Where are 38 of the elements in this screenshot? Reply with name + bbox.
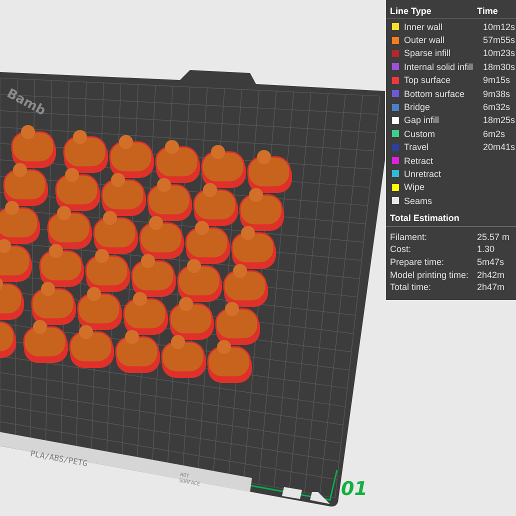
time-value: 18m25s [483, 115, 516, 126]
estimate-label: Prepare time: [390, 256, 446, 267]
time-value: 6m2s [483, 128, 506, 139]
time-value: 57m55s [483, 35, 516, 46]
estimate-label: Cost: [390, 244, 412, 254]
line-type-label: Sparse infill [404, 48, 452, 58]
line-type-label: Internal solid infill [404, 62, 474, 72]
line-type-label: Outer wall [404, 35, 446, 46]
line-type-label: Bottom surface [404, 88, 466, 99]
estimate-value: 1.30 [477, 244, 495, 254]
estimate-label: Model printing time: [390, 270, 470, 280]
time-value: 18m30s [483, 62, 516, 72]
plate-number: 01 [341, 478, 368, 500]
line-type-label: Top surface [404, 75, 452, 86]
time-value: 9m38s [483, 88, 510, 99]
time-value: 20m41s [483, 142, 516, 152]
estimate-label: Filament: [390, 232, 428, 242]
time-value: 10m23s [483, 48, 516, 58]
line-type-label: Custom [404, 128, 436, 139]
section-title: Total Estimation [390, 213, 460, 224]
estimate-value: 2h47m [477, 282, 505, 292]
time-value: 10m12s [483, 22, 516, 32]
line-type-label: Unretract [404, 168, 442, 179]
estimate-label: Total time: [390, 282, 432, 292]
line-type-label: Retract [404, 156, 434, 166]
line-type-label: Wipe [404, 182, 426, 192]
line-type-label: Travel [404, 142, 430, 152]
column-header: Time [477, 6, 498, 16]
line-type-label: Inner wall [404, 22, 444, 32]
time-value: 6m32s [483, 102, 510, 112]
time-value: 9m15s [483, 75, 510, 86]
estimate-value: 2h42m [477, 270, 505, 280]
line-type-label: Gap infill [404, 115, 440, 126]
column-header: Line Type [390, 6, 432, 16]
line-type-label: Bridge [404, 102, 432, 112]
estimate-value: 5m47s [477, 256, 504, 267]
estimate-value: 25.57 m [477, 232, 510, 242]
line-type-label: Seams [404, 196, 434, 206]
